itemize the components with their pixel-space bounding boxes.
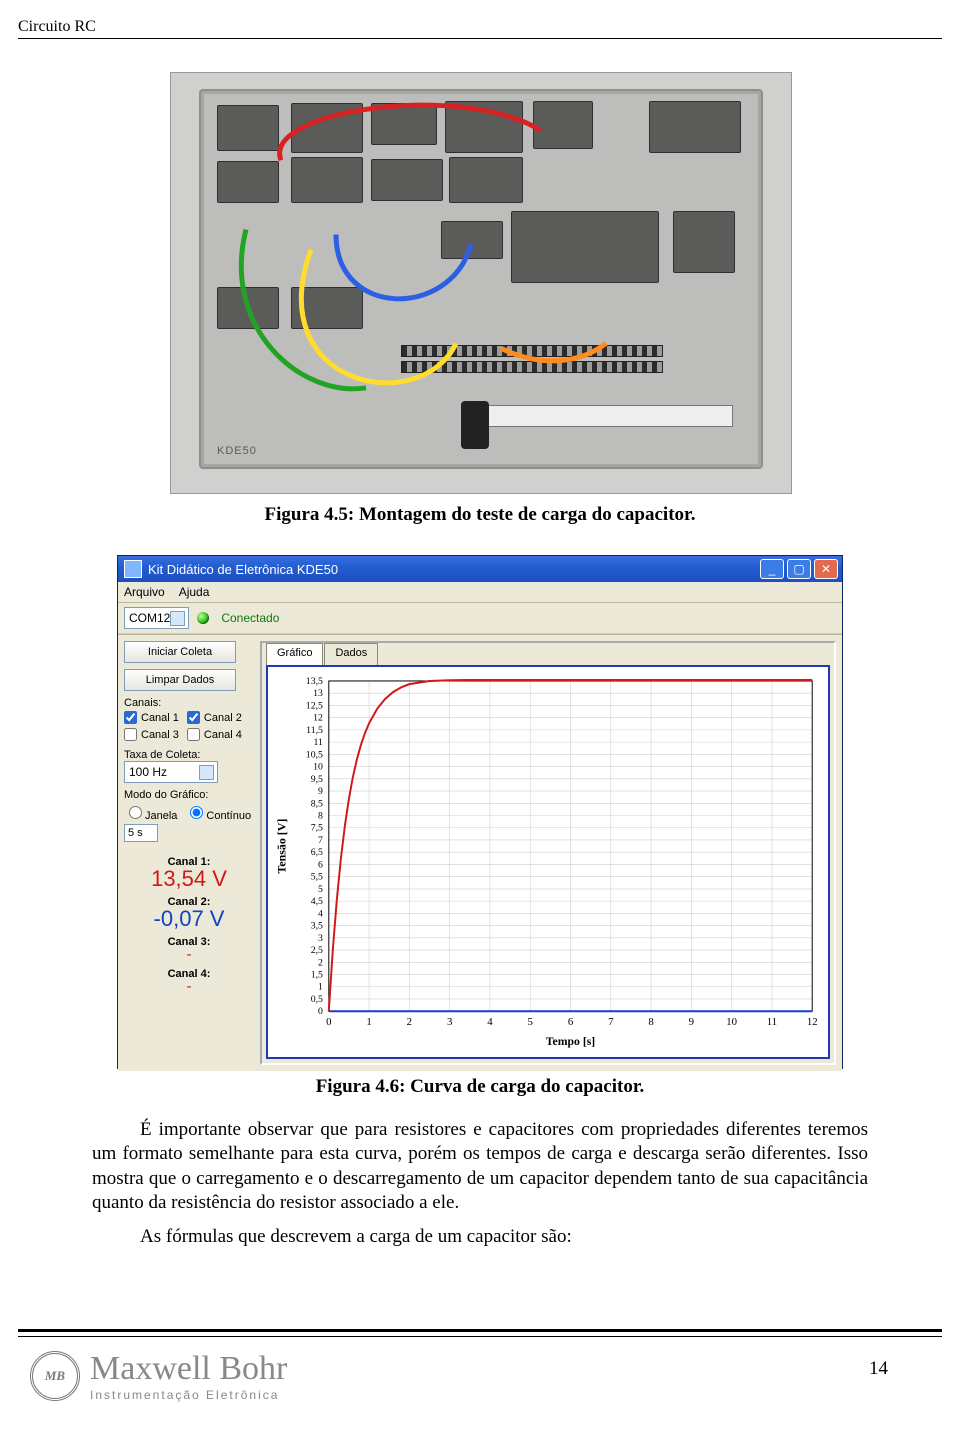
canal-4-value: - bbox=[124, 978, 254, 996]
svg-text:5,5: 5,5 bbox=[311, 872, 323, 883]
svg-text:2: 2 bbox=[407, 1016, 412, 1028]
menubar: Arquivo Ajuda bbox=[118, 582, 842, 603]
taxa-combo[interactable]: 100 Hz bbox=[124, 761, 218, 783]
svg-text:9: 9 bbox=[318, 786, 323, 797]
modo-continuo-radio[interactable]: Contínuo bbox=[185, 803, 251, 822]
maximize-button[interactable]: ▢ bbox=[787, 559, 811, 579]
svg-text:2: 2 bbox=[318, 957, 323, 968]
svg-text:7,5: 7,5 bbox=[311, 823, 323, 834]
header-rule bbox=[18, 38, 942, 39]
svg-text:0: 0 bbox=[318, 1006, 323, 1017]
svg-text:10: 10 bbox=[726, 1016, 737, 1028]
svg-text:4: 4 bbox=[487, 1016, 493, 1028]
svg-text:9,5: 9,5 bbox=[311, 774, 323, 785]
board-photo: KDE50 bbox=[170, 72, 792, 494]
canal-2-checkbox[interactable]: Canal 2 bbox=[187, 711, 242, 724]
svg-text:1,5: 1,5 bbox=[311, 969, 323, 980]
svg-text:13,5: 13,5 bbox=[306, 676, 323, 687]
svg-text:0,5: 0,5 bbox=[311, 994, 323, 1005]
connection-bar: COM12 Conectado bbox=[118, 603, 842, 634]
janela-size-input[interactable]: 5 s bbox=[124, 824, 158, 842]
svg-text:6,5: 6,5 bbox=[311, 847, 323, 858]
svg-text:8: 8 bbox=[648, 1016, 654, 1028]
app-window: Kit Didático de Eletrônica KDE50 _ ▢ ✕ A… bbox=[118, 556, 842, 1068]
status-led-icon bbox=[197, 612, 209, 624]
svg-text:3: 3 bbox=[318, 933, 323, 944]
brand-tagline: Instrumentação Eletrônica bbox=[90, 1388, 287, 1402]
running-head: Circuito RC bbox=[18, 18, 96, 36]
svg-text:6: 6 bbox=[318, 859, 323, 870]
svg-text:4,5: 4,5 bbox=[311, 896, 323, 907]
footer-rule-thin bbox=[18, 1336, 942, 1337]
svg-text:12: 12 bbox=[807, 1016, 818, 1028]
window-title: Kit Didático de Eletrônica KDE50 bbox=[148, 562, 338, 577]
svg-text:2,5: 2,5 bbox=[311, 945, 323, 956]
status-label: Conectado bbox=[221, 611, 279, 625]
svg-text:11: 11 bbox=[767, 1016, 777, 1028]
svg-text:4: 4 bbox=[318, 908, 323, 919]
chart: 00,511,522,533,544,555,566,577,588,599,5… bbox=[266, 665, 830, 1059]
svg-text:13: 13 bbox=[313, 688, 323, 699]
limpar-dados-button[interactable]: Limpar Dados bbox=[124, 669, 236, 691]
svg-text:10,5: 10,5 bbox=[306, 749, 323, 760]
brand-name: Maxwell Bohr bbox=[90, 1350, 287, 1388]
footer-rule-thick bbox=[18, 1329, 942, 1332]
svg-text:1: 1 bbox=[318, 982, 323, 993]
svg-text:12: 12 bbox=[313, 713, 323, 724]
svg-text:5: 5 bbox=[318, 884, 323, 895]
svg-text:8: 8 bbox=[318, 810, 323, 821]
page-number: 14 bbox=[869, 1358, 888, 1380]
iniciar-coleta-button[interactable]: Iniciar Coleta bbox=[124, 641, 236, 663]
svg-text:Tempo [s]: Tempo [s] bbox=[546, 1034, 595, 1048]
svg-text:3,5: 3,5 bbox=[311, 921, 323, 932]
svg-text:7: 7 bbox=[318, 835, 323, 846]
modo-title: Modo do Gráfico: bbox=[124, 789, 254, 801]
svg-text:6: 6 bbox=[568, 1016, 574, 1028]
tab-dados[interactable]: Dados bbox=[324, 643, 378, 665]
svg-text:5: 5 bbox=[528, 1016, 533, 1028]
taxa-title: Taxa de Coleta: bbox=[124, 749, 254, 761]
svg-text:11,5: 11,5 bbox=[306, 725, 323, 736]
canal-1-value: 13,54 V bbox=[124, 866, 254, 892]
paragraph-1: É importante observar que para resistore… bbox=[92, 1118, 868, 1215]
canal-1-checkbox[interactable]: Canal 1 bbox=[124, 711, 179, 724]
svg-text:10: 10 bbox=[313, 761, 323, 772]
footer-brand: MB Maxwell Bohr Instrumentação Eletrônic… bbox=[30, 1350, 287, 1402]
svg-text:7: 7 bbox=[608, 1016, 614, 1028]
jumper-wires bbox=[201, 91, 761, 467]
port-combo[interactable]: COM12 bbox=[124, 607, 189, 629]
app-icon bbox=[124, 560, 142, 578]
side-panel: Iniciar Coleta Limpar Dados Canais: Cana… bbox=[118, 635, 260, 1071]
svg-text:0: 0 bbox=[326, 1016, 332, 1028]
body-text: É importante observar que para resistore… bbox=[92, 1118, 868, 1260]
paragraph-2: As fórmulas que descrevem a carga de um … bbox=[92, 1225, 868, 1249]
canais-title: Canais: bbox=[124, 697, 254, 709]
figure-4-6-caption: Figura 4.6: Curva de carga do capacitor. bbox=[0, 1076, 960, 1098]
canal-2-value: -0,07 V bbox=[124, 906, 254, 932]
brand-badge-icon: MB bbox=[30, 1351, 80, 1401]
menu-arquivo[interactable]: Arquivo bbox=[124, 585, 165, 599]
canal-4-checkbox[interactable]: Canal 4 bbox=[187, 728, 242, 741]
close-button[interactable]: ✕ bbox=[814, 559, 838, 579]
svg-text:9: 9 bbox=[689, 1016, 694, 1028]
modo-janela-radio[interactable]: Janela bbox=[124, 803, 177, 822]
plot-panel: Gráfico Dados 00,511,522,533,544,555,566… bbox=[260, 641, 836, 1065]
svg-text:12,5: 12,5 bbox=[306, 700, 323, 711]
svg-text:3: 3 bbox=[447, 1016, 452, 1028]
menu-ajuda[interactable]: Ajuda bbox=[179, 585, 210, 599]
figure-4-5-caption: Figura 4.5: Montagem do teste de carga d… bbox=[170, 504, 790, 526]
figure-4-5: KDE50 Figura 4.5: Montagem do teste de c… bbox=[170, 72, 790, 526]
titlebar: Kit Didático de Eletrônica KDE50 _ ▢ ✕ bbox=[118, 556, 842, 582]
svg-text:8,5: 8,5 bbox=[311, 798, 323, 809]
svg-text:11: 11 bbox=[314, 737, 323, 748]
minimize-button[interactable]: _ bbox=[760, 559, 784, 579]
tab-grafico[interactable]: Gráfico bbox=[266, 643, 323, 665]
svg-text:1: 1 bbox=[366, 1016, 371, 1028]
canal-3-value: - bbox=[124, 946, 254, 964]
canal-3-checkbox[interactable]: Canal 3 bbox=[124, 728, 179, 741]
svg-text:Tensão [V]: Tensão [V] bbox=[275, 819, 289, 874]
